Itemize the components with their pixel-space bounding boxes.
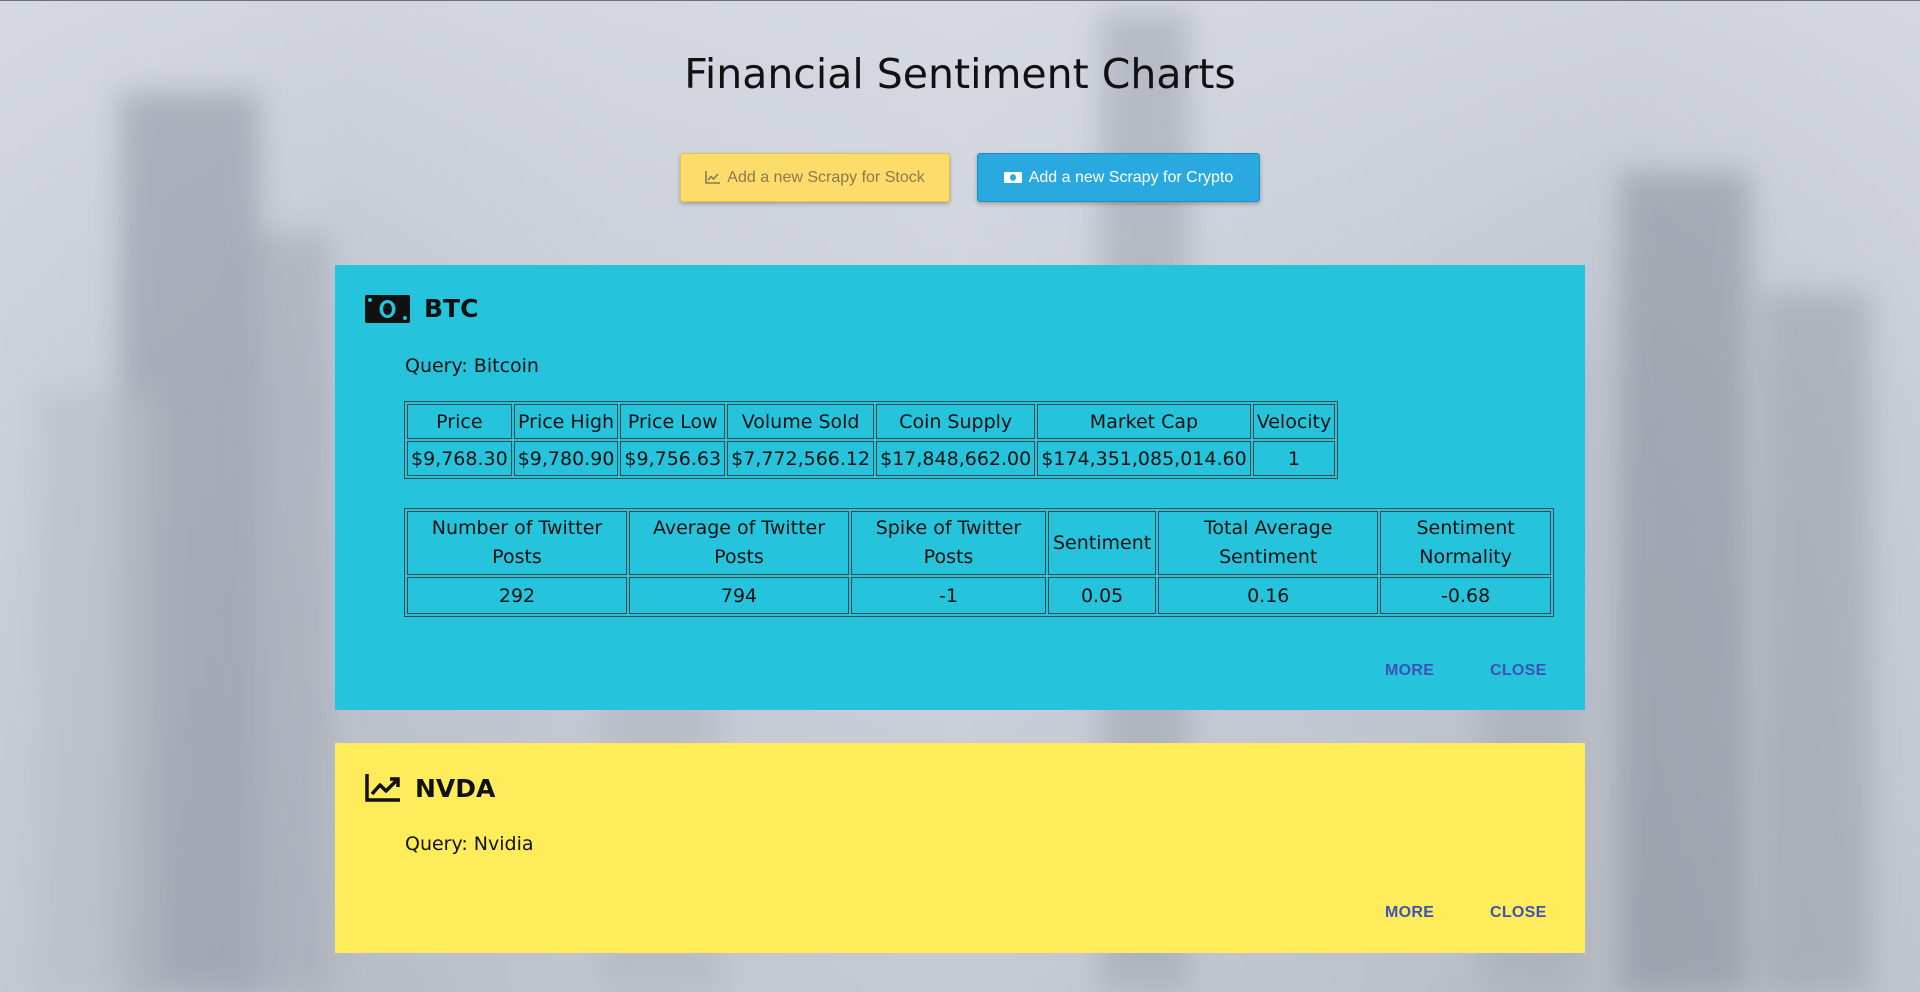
card-query: Query: Nvidia: [405, 833, 534, 855]
table-header: Coin Supply: [876, 404, 1036, 439]
table-cell: 0.05: [1048, 577, 1157, 614]
table-header: Total Average Sentiment: [1158, 511, 1379, 575]
money-bill-icon: [365, 294, 410, 323]
table-header: Sentiment Normality: [1380, 511, 1551, 575]
table-cell: -0.68: [1380, 577, 1551, 614]
table-header-row: Price Price High Price Low Volume Sold C…: [407, 404, 1336, 439]
card-symbol: BTC: [424, 294, 479, 323]
table-cell: $9,756.63: [620, 441, 726, 476]
market-data-table: Price Price High Price Low Volume Sold C…: [404, 401, 1339, 479]
table-row: 292 794 -1 0.05 0.16 -0.68: [407, 577, 1551, 614]
card-symbol: NVDA: [415, 773, 496, 803]
table-cell: 292: [407, 577, 627, 614]
table-header: Spike of Twitter Posts: [851, 511, 1046, 575]
card-query: Query: Bitcoin: [405, 355, 539, 377]
table-header: Price High: [513, 404, 619, 439]
table-row: $9,768.30 $9,780.90 $9,756.63 $7,772,566…: [407, 441, 1336, 476]
table-header: Sentiment: [1048, 511, 1157, 575]
table-header: Number of Twitter Posts: [407, 511, 627, 575]
stock-card-nvda: NVDA Query: Nvidia MORE CLOSE: [335, 743, 1585, 953]
table-cell: 0.16: [1158, 577, 1379, 614]
card-header: BTC: [365, 294, 478, 323]
add-crypto-scrapy-button[interactable]: Add a new Scrapy for Crypto: [977, 153, 1260, 202]
money-bill-icon: [1003, 172, 1022, 183]
add-stock-scrapy-button[interactable]: Add a new Scrapy for Stock: [680, 153, 950, 202]
more-button[interactable]: MORE: [1385, 904, 1434, 922]
table-header: Volume Sold: [727, 404, 875, 439]
table-header: Average of Twitter Posts: [629, 511, 849, 575]
table-cell: $7,772,566.12: [727, 441, 875, 476]
table-header-row: Number of Twitter Posts Average of Twitt…: [407, 511, 1551, 575]
more-button[interactable]: MORE: [1385, 662, 1434, 680]
table-header: Price Low: [620, 404, 726, 439]
chart-line-icon: [705, 171, 721, 184]
table-cell: 1: [1252, 441, 1336, 476]
close-button[interactable]: CLOSE: [1490, 904, 1547, 922]
table-cell: $9,768.30: [407, 441, 512, 476]
table-header: Market Cap: [1037, 404, 1251, 439]
page-title: Financial Sentiment Charts: [684, 50, 1236, 98]
table-cell: -1: [851, 577, 1046, 614]
table-header: Price: [407, 404, 512, 439]
sentiment-table: Number of Twitter Posts Average of Twitt…: [404, 508, 1554, 617]
chart-line-icon: [365, 774, 400, 802]
top-border: [0, 0, 1920, 1]
add-crypto-scrapy-label: Add a new Scrapy for Crypto: [1028, 168, 1234, 186]
crypto-card-btc: BTC Query: Bitcoin Price Price High Pric…: [335, 265, 1585, 710]
close-button[interactable]: CLOSE: [1490, 662, 1547, 680]
table-cell: $174,351,085,014.60: [1037, 441, 1251, 476]
add-stock-scrapy-label: Add a new Scrapy for Stock: [727, 168, 925, 186]
table-cell: 794: [629, 577, 849, 614]
table-header: Velocity: [1252, 404, 1336, 439]
table-cell: $17,848,662.00: [876, 441, 1036, 476]
card-header: NVDA: [365, 773, 495, 803]
table-cell: $9,780.90: [513, 441, 619, 476]
